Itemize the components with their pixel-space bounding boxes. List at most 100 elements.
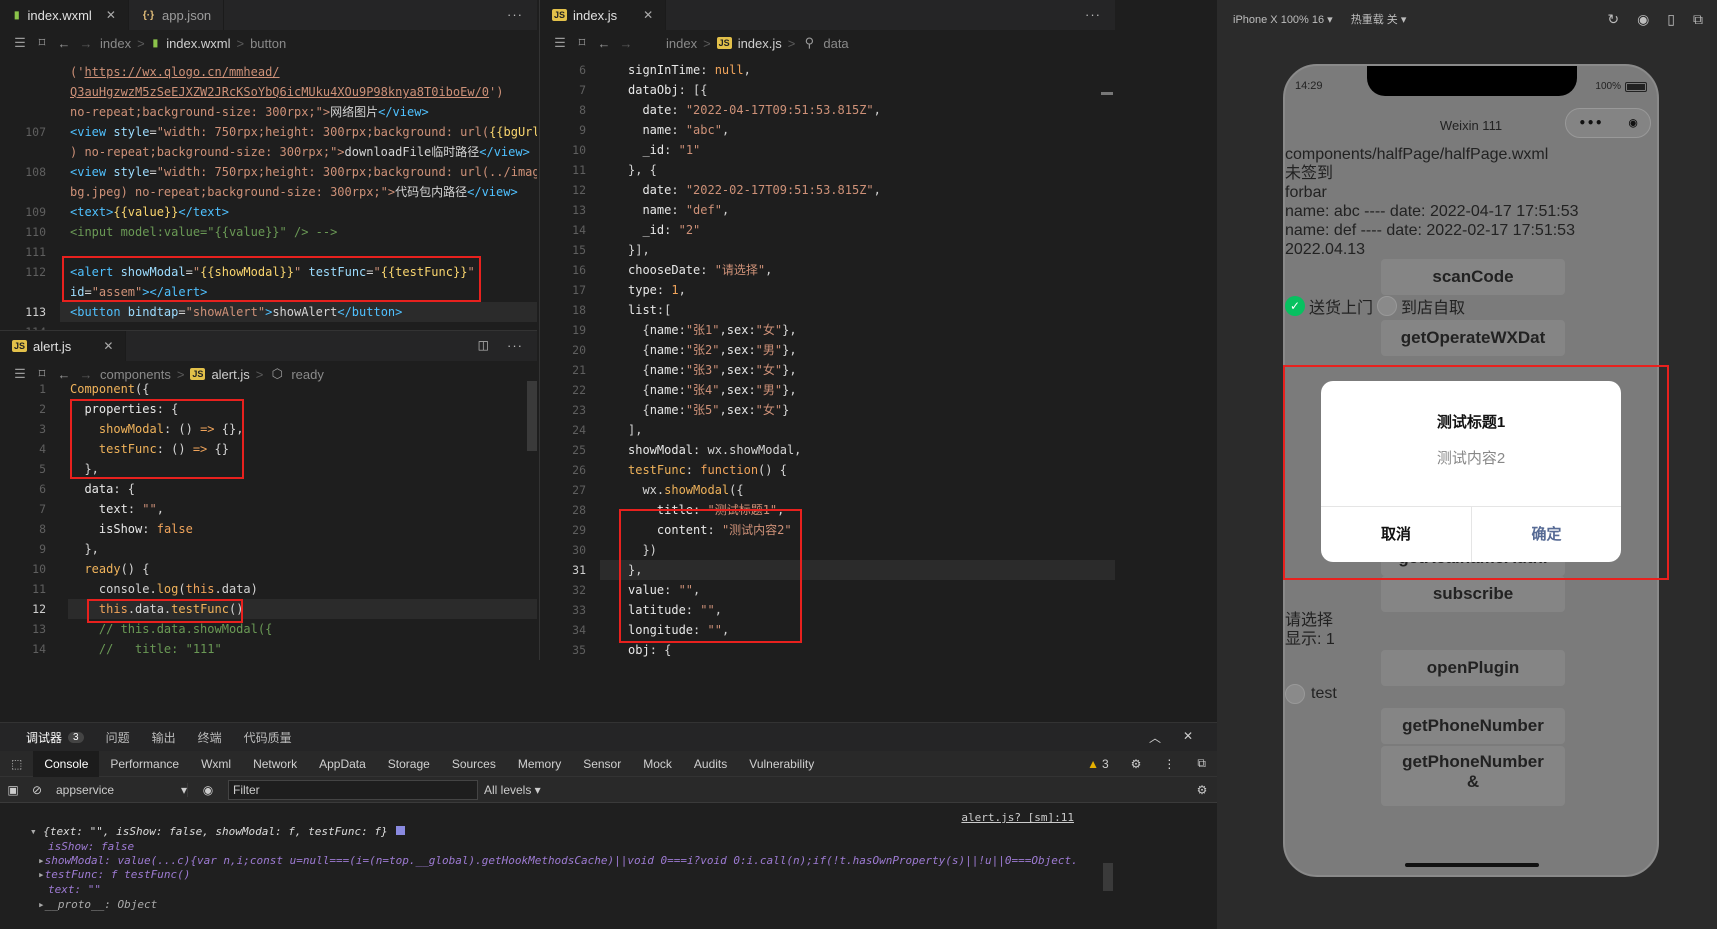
back-arrow-icon[interactable]: ← (596, 36, 612, 51)
code-line[interactable]: bg.jpeg) no-repeat;background-size: 300r… (70, 182, 518, 202)
code-line[interactable]: date: "2022-02-17T09:51:53.815Z", (628, 180, 880, 200)
warning-count[interactable]: ▲ 3 (1076, 751, 1120, 777)
tab-code-quality[interactable]: 代码质量 (244, 729, 292, 746)
breadcrumb-item[interactable]: index.wxml (166, 36, 230, 51)
breadcrumb-item[interactable]: button (250, 36, 286, 51)
code-line[interactable]: _id: "2" (628, 220, 700, 240)
code-line[interactable]: wx.showModal({ (628, 480, 743, 500)
tab-index-js[interactable]: JS index.js ✕ (540, 0, 667, 30)
dock-icon[interactable]: ⧉ (1186, 751, 1217, 777)
more-icon[interactable]: ··· (507, 338, 523, 353)
close-panel-icon[interactable]: ✕ (1183, 729, 1193, 743)
code-line[interactable]: ready() { (70, 559, 149, 579)
kebab-menu-icon[interactable]: ⋮ (1152, 751, 1186, 777)
subtab-console[interactable]: Console (33, 750, 100, 777)
tab-terminal[interactable]: 终端 (198, 729, 222, 746)
code-line[interactable]: Q3auHgzwzM5zSeEJXZW2JRcKSoYbQ6icMUku4XOu… (70, 82, 503, 102)
code-line[interactable]: list:[ (628, 300, 671, 320)
code-line[interactable]: chooseDate: "请选择", (628, 260, 772, 280)
close-miniprogram-icon[interactable]: ◉ (1629, 115, 1637, 131)
radio-label[interactable]: 送货上门 (1309, 294, 1373, 318)
code-line[interactable]: // title: "111" (70, 639, 222, 659)
checkbox-icon[interactable] (1285, 684, 1305, 704)
tab-app-json[interactable]: {·} app.json (129, 0, 225, 30)
device-select[interactable]: iPhone X 100% 16 ▾ (1233, 13, 1333, 26)
collapse-icon[interactable]: ︿ (1149, 729, 1161, 746)
subtab-mock[interactable]: Mock (632, 751, 683, 777)
radio-unchecked-icon[interactable] (1377, 296, 1398, 316)
code-line[interactable]: showModal: wx.showModal, (628, 440, 801, 460)
list-icon[interactable]: ☰ (12, 35, 28, 51)
radio-label[interactable]: 到店自取 (1401, 294, 1465, 318)
subscribe-button[interactable]: subscribe (1381, 576, 1565, 612)
list-icon[interactable]: ☰ (552, 35, 568, 51)
inspect-icon[interactable]: ⬚ (0, 751, 33, 777)
subtab-appdata[interactable]: AppData (308, 751, 377, 777)
subtab-vulnerability[interactable]: Vulnerability (738, 751, 825, 777)
breadcrumb-item[interactable]: index (100, 36, 131, 51)
console-scrollbar[interactable] (1103, 863, 1113, 891)
subtab-network[interactable]: Network (242, 751, 308, 777)
record-icon[interactable]: ◉ (1637, 11, 1649, 28)
subtab-storage[interactable]: Storage (377, 751, 441, 777)
get-operate-button[interactable]: getOperateWXDat (1381, 320, 1565, 356)
context-select[interactable]: appservice ▾ (48, 782, 188, 797)
code-line[interactable]: signInTime: null, (628, 60, 751, 80)
code-line[interactable]: _id: "1" (628, 140, 700, 160)
get-phone-number-user-button[interactable]: getPhoneNumber & (1381, 746, 1565, 806)
console-log-object[interactable]: ▾ {text: "", isShow: false, showModal: f… (30, 825, 406, 838)
code-line[interactable]: dataObj: [{ (628, 80, 707, 100)
settings-icon[interactable]: ⚙ (1120, 751, 1153, 777)
tab-output[interactable]: 输出 (152, 729, 176, 746)
console-settings-icon[interactable]: ⚙ (1187, 783, 1217, 797)
code-line[interactable]: }, { (628, 160, 657, 180)
split-editor-icon[interactable]: ◫ (478, 338, 489, 352)
console-prop[interactable]: ▸__proto__: Object (38, 898, 157, 911)
bookmark-icon[interactable]: ⌑ (34, 35, 50, 51)
scrollbar[interactable] (527, 381, 537, 451)
code-line[interactable]: testFunc: function() { (628, 460, 787, 480)
code-line[interactable]: ], (628, 420, 642, 440)
code-line[interactable]: {name:"张2",sex:"男"}, (628, 340, 796, 360)
tab-index-wxml[interactable]: ▮ index.wxml ✕ (0, 0, 129, 30)
code-line[interactable]: {name:"张4",sex:"男"}, (628, 380, 796, 400)
code-line[interactable]: }], (628, 240, 650, 260)
more-icon[interactable]: ··· (507, 7, 523, 22)
phone-icon[interactable]: ▯ (1667, 11, 1675, 28)
code-line[interactable]: name: "abc", (628, 120, 729, 140)
more-icon[interactable]: ··· (1085, 7, 1101, 22)
console-prop[interactable]: ▸showModal: value(...c){var n,i;const u=… (38, 854, 1078, 867)
scancode-button[interactable]: scanCode (1381, 259, 1565, 295)
code-line[interactable]: data: { (70, 479, 135, 499)
console-output[interactable]: alert.js? [sm]:11 ▾ {text: "", isShow: f… (0, 803, 1217, 929)
capsule-menu[interactable]: ••• ◉ (1565, 108, 1651, 138)
tab-problems[interactable]: 问题 (106, 729, 130, 746)
subtab-performance[interactable]: Performance (99, 751, 190, 777)
breadcrumb-item[interactable]: index.js (738, 36, 782, 51)
back-arrow-icon[interactable]: ← (56, 36, 72, 51)
code-line[interactable]: ) no-repeat;background-size: 300rpx;">do… (70, 142, 530, 162)
filter-input[interactable]: Filter (228, 779, 478, 800)
code-line[interactable]: no-repeat;background-size: 300rpx;">网络图片… (70, 102, 429, 122)
code-line[interactable]: }, (70, 539, 98, 559)
bookmark-icon[interactable]: ⌑ (574, 35, 590, 51)
code-line[interactable]: console.log(this.data) (70, 579, 258, 599)
log-levels-select[interactable]: All levels ▾ (484, 783, 541, 797)
breadcrumb-item[interactable]: index (666, 36, 697, 51)
tab-alert-js[interactable]: JS alert.js ✕ (0, 331, 127, 361)
code-line[interactable]: <view style="width: 750rpx;height: 300rp… (70, 162, 537, 182)
console-source-link[interactable]: alert.js? [sm]:11 (961, 811, 1074, 824)
code-line[interactable]: Component({ (70, 379, 149, 399)
close-icon[interactable]: ✕ (643, 8, 653, 22)
code-line[interactable]: {name:"张3",sex:"女"}, (628, 360, 796, 380)
code-line[interactable]: text: "", (70, 499, 164, 519)
sidebar-toggle-icon[interactable]: ▣ (0, 783, 26, 797)
close-icon[interactable]: ✕ (103, 339, 113, 353)
subtab-memory[interactable]: Memory (507, 751, 572, 777)
forward-arrow-icon[interactable]: → (618, 36, 634, 51)
more-dots-icon[interactable]: ••• (1579, 116, 1604, 130)
tab-debugger[interactable]: 调试器 3 (26, 729, 84, 746)
scrollbar[interactable] (1101, 92, 1113, 95)
eye-icon[interactable]: ◉ (188, 783, 228, 797)
refresh-icon[interactable]: ↻ (1607, 11, 1619, 28)
